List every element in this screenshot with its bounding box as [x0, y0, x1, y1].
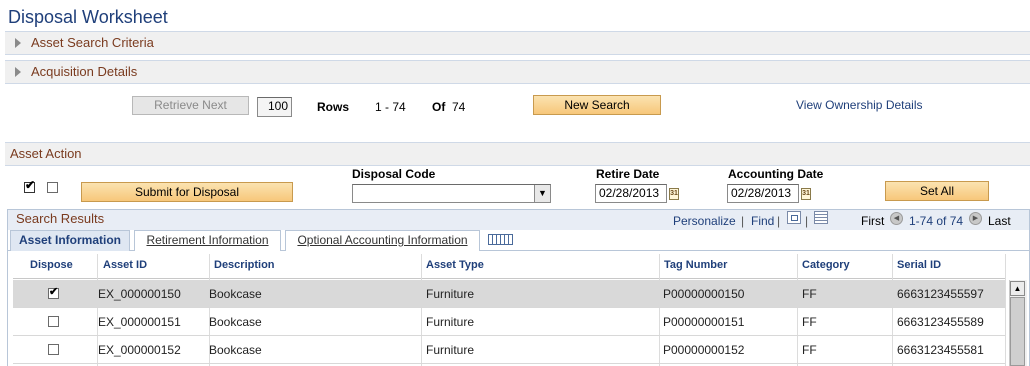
scroll-up-icon[interactable]: ▲ [1010, 281, 1025, 296]
accounting-date-input[interactable]: 02/28/2013 [727, 184, 799, 203]
description-cell: Bookcase [209, 287, 262, 301]
show-all-columns-icon[interactable] [488, 234, 513, 245]
rows-total: 74 [452, 100, 466, 114]
col-asset-type[interactable]: Asset Type [426, 259, 484, 271]
new-search-button[interactable]: New Search [533, 95, 661, 115]
asset-id-cell: EX_000000151 [98, 315, 181, 329]
grid-view-icon[interactable] [814, 211, 828, 224]
select-all-checkbox[interactable]: ✔ [24, 179, 35, 193]
retrieve-next-button[interactable]: Retrieve Next [132, 96, 249, 115]
dispose-checkbox[interactable]: ✔ [48, 287, 59, 299]
category-cell: FF [802, 343, 817, 357]
deselect-all-checkbox[interactable] [47, 182, 58, 193]
asset-action-label: Asset Action [10, 146, 82, 161]
chevron-down-icon[interactable]: ▼ [534, 185, 550, 202]
tab-optional-accounting-information[interactable]: Optional Accounting Information [285, 230, 480, 251]
description-cell: Bookcase [209, 315, 262, 329]
download-icon[interactable] [787, 211, 801, 224]
find-link[interactable]: Find [751, 214, 774, 228]
rows-input[interactable]: 100 [257, 97, 292, 117]
tag-number-cell: P00000000152 [663, 343, 745, 357]
acquisition-details-label: Acquisition Details [31, 64, 138, 79]
of-label: Of [432, 100, 446, 114]
row-divider [13, 363, 1005, 364]
serial-id-cell: 6663123455589 [897, 315, 984, 329]
retire-date-input[interactable]: 02/28/2013 [595, 184, 667, 203]
disposal-code-select[interactable]: ▼ [352, 184, 551, 203]
last-label: Last [988, 214, 1011, 228]
tag-number-cell: P00000000151 [663, 315, 745, 329]
rows-label: Rows [317, 100, 350, 114]
asset-type-cell: Furniture [426, 287, 475, 301]
asset-type-cell: Furniture [426, 315, 475, 329]
description-cell: Bookcase [209, 343, 262, 357]
col-serial-id[interactable]: Serial ID [897, 259, 941, 271]
tab-asset-information[interactable]: Asset Information [10, 230, 130, 251]
accounting-date-label: Accounting Date [728, 167, 824, 181]
previous-icon[interactable]: ◀ [890, 212, 903, 225]
view-ownership-details-link[interactable]: View Ownership Details [796, 98, 923, 112]
calendar-icon[interactable]: 31 [801, 188, 811, 200]
page-title: Disposal Worksheet [8, 7, 168, 27]
retire-date-label: Retire Date [596, 167, 660, 181]
col-category[interactable]: Category [802, 259, 850, 271]
dispose-checkbox[interactable] [48, 344, 59, 355]
asset-type-cell: Furniture [426, 343, 475, 357]
category-cell: FF [802, 287, 817, 301]
separator: | [777, 214, 781, 228]
results-range: 1-74 of 74 [909, 214, 964, 228]
first-label: First [861, 214, 885, 228]
asset-id-cell: EX_000000152 [98, 343, 181, 357]
serial-id-cell: 6663123455581 [897, 343, 984, 357]
separator: | [805, 214, 809, 228]
category-cell: FF [802, 315, 817, 329]
serial-id-cell: 6663123455597 [897, 287, 984, 301]
tag-number-cell: P00000000150 [663, 287, 745, 301]
personalize-link[interactable]: Personalize [673, 214, 736, 228]
triangle-right-icon [15, 67, 21, 77]
tab-retirement-information[interactable]: Retirement Information [134, 230, 281, 251]
separator: | [741, 214, 745, 228]
scrollbar-thumb[interactable] [1010, 297, 1025, 366]
col-dispose[interactable]: Dispose [30, 259, 73, 271]
tab-optional-accounting-information-label: Optional Accounting Information [297, 233, 468, 247]
dispose-checkbox[interactable] [48, 316, 59, 327]
calendar-icon[interactable]: 31 [669, 188, 679, 200]
set-all-button[interactable]: Set All [885, 181, 989, 201]
col-asset-id[interactable]: Asset ID [103, 259, 147, 271]
asset-id-cell: EX_000000150 [98, 287, 181, 301]
asset-search-criteria-section[interactable]: Asset Search Criteria [5, 31, 1030, 55]
rows-range: 1 - 74 [375, 100, 406, 114]
disposal-code-label: Disposal Code [352, 167, 436, 181]
grid-header-row [13, 254, 1006, 279]
col-description[interactable]: Description [214, 259, 275, 271]
acquisition-details-section[interactable]: Acquisition Details [5, 60, 1030, 84]
col-tag-number[interactable]: Tag Number [664, 259, 727, 271]
asset-search-criteria-label: Asset Search Criteria [31, 35, 154, 50]
triangle-right-icon [15, 38, 21, 48]
search-results-title: Search Results [16, 211, 105, 226]
tab-retirement-information-label: Retirement Information [146, 233, 269, 247]
asset-action-section: Asset Action [5, 142, 1030, 166]
submit-for-disposal-button[interactable]: Submit for Disposal [81, 182, 293, 202]
next-icon[interactable]: ▶ [969, 212, 982, 225]
column-divider [1005, 254, 1006, 366]
